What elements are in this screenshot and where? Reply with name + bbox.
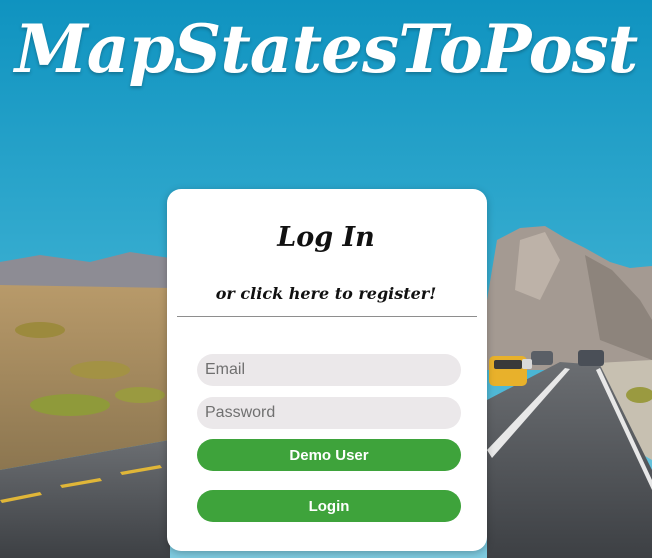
email-input[interactable]	[197, 354, 461, 386]
register-link[interactable]: or click here to register!	[0, 284, 652, 303]
app-title: MapStatesToPost	[14, 10, 639, 88]
login-heading: Log In	[277, 222, 375, 253]
password-input[interactable]	[197, 397, 461, 429]
login-button[interactable]: Login	[197, 490, 461, 522]
demo-user-button[interactable]: Demo User	[197, 439, 461, 471]
login-page: MapStatesToPost Log In or click here to …	[0, 0, 652, 558]
divider	[177, 316, 477, 317]
